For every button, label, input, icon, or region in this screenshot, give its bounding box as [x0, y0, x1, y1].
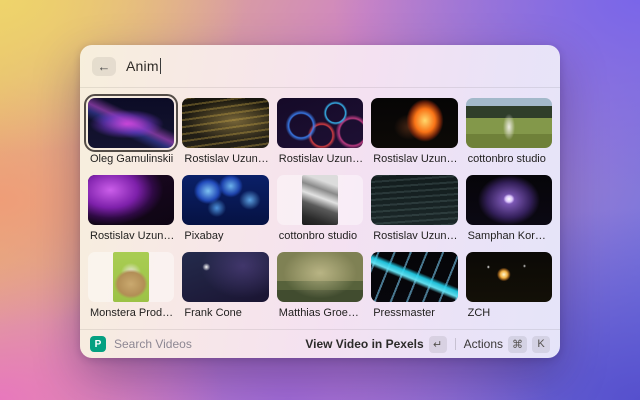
video-author: Pixabay — [182, 230, 268, 242]
back-arrow-icon: ← — [98, 59, 111, 74]
video-thumbnail-card — [371, 175, 457, 225]
video-result[interactable]: Matthias Groeneveld — [277, 252, 363, 321]
primary-action-label: View Video in Pexels — [305, 337, 423, 351]
video-thumbnail — [371, 175, 457, 225]
video-result[interactable]: Monstera Production — [88, 252, 174, 321]
video-thumbnail-card — [277, 252, 363, 302]
video-thumbnail — [466, 98, 552, 148]
video-thumbnail — [371, 252, 457, 302]
video-thumbnail-card — [277, 98, 363, 148]
video-thumbnail — [302, 175, 338, 225]
video-thumbnail — [182, 98, 268, 148]
search-bar: ← Anim — [80, 45, 560, 88]
video-thumbnail-card — [182, 175, 268, 225]
video-result[interactable]: ZCH — [466, 252, 552, 321]
video-thumbnail — [88, 175, 174, 225]
search-input[interactable]: Anim — [126, 58, 161, 74]
footer-divider — [455, 338, 456, 350]
video-author: Matthias Groeneveld — [277, 307, 363, 319]
video-result[interactable]: Rostislav Uzunov — [371, 175, 457, 244]
video-result[interactable]: Samphan Korwong — [466, 175, 552, 244]
video-results-grid: Oleg Gamulinskii Rostislav Uzunov Rostis… — [80, 88, 560, 329]
video-thumbnail-card — [88, 175, 174, 225]
launcher-window: ← Anim Oleg Gamulinskii Rostislav Uzunov… — [80, 45, 560, 358]
video-result[interactable]: cottonbro studio — [277, 175, 363, 244]
actions-menu-button[interactable]: Actions ⌘ K — [464, 336, 550, 353]
video-author: Oleg Gamulinskii — [88, 153, 174, 165]
video-result[interactable]: Rostislav Uzunov — [277, 98, 363, 167]
video-result[interactable]: Pixabay — [182, 175, 268, 244]
video-author: Rostislav Uzunov — [88, 230, 174, 242]
video-author: Frank Cone — [182, 307, 268, 319]
video-author: Samphan Korwong — [466, 230, 552, 242]
action-bar: P Search Videos View Video in Pexels ↵ A… — [80, 329, 560, 358]
video-result[interactable]: Rostislav Uzunov — [88, 175, 174, 244]
video-author: Rostislav Uzunov — [182, 153, 268, 165]
video-thumbnail — [277, 98, 363, 148]
video-thumbnail-card — [466, 252, 552, 302]
video-thumbnail — [466, 252, 552, 302]
video-thumbnail-card — [277, 175, 363, 225]
return-key-icon: ↵ — [429, 336, 447, 353]
video-thumbnail-card — [88, 252, 174, 302]
video-author: cottonbro studio — [466, 153, 552, 165]
video-result[interactable]: Rostislav Uzunov — [182, 98, 268, 167]
command-title: Search Videos — [114, 337, 192, 351]
video-thumbnail — [113, 252, 149, 302]
text-caret — [160, 58, 162, 74]
video-result[interactable]: Rostislav Uzunov — [371, 98, 457, 167]
video-thumbnail — [277, 252, 363, 302]
video-author: Rostislav Uzunov — [371, 230, 457, 242]
video-result[interactable]: cottonbro studio — [466, 98, 552, 167]
pexels-logo-icon: P — [90, 336, 106, 352]
back-button[interactable]: ← — [92, 57, 116, 76]
video-author: cottonbro studio — [277, 230, 363, 242]
video-thumbnail-card — [88, 98, 174, 148]
primary-action-button[interactable]: View Video in Pexels ↵ — [305, 336, 446, 353]
video-author: Monstera Production — [88, 307, 174, 319]
video-thumbnail — [466, 175, 552, 225]
desktop-background: ← Anim Oleg Gamulinskii Rostislav Uzunov… — [0, 0, 640, 400]
video-thumbnail-card — [466, 175, 552, 225]
search-query: Anim — [126, 58, 159, 74]
video-author: Pressmaster — [371, 307, 457, 319]
command-key-icon: ⌘ — [508, 336, 527, 353]
video-thumbnail — [182, 252, 268, 302]
video-thumbnail-card — [371, 252, 457, 302]
video-thumbnail — [88, 98, 174, 148]
video-result[interactable]: Frank Cone — [182, 252, 268, 321]
video-thumbnail-card — [182, 252, 268, 302]
video-thumbnail-card — [371, 98, 457, 148]
video-thumbnail — [182, 175, 268, 225]
k-key-icon: K — [532, 336, 550, 353]
video-author: Rostislav Uzunov — [277, 153, 363, 165]
video-thumbnail — [371, 98, 457, 148]
video-author: Rostislav Uzunov — [371, 153, 457, 165]
actions-label: Actions — [464, 337, 503, 351]
video-thumbnail-card — [466, 98, 552, 148]
video-thumbnail-card — [182, 98, 268, 148]
video-author: ZCH — [466, 307, 552, 319]
video-result[interactable]: Pressmaster — [371, 252, 457, 321]
video-result[interactable]: Oleg Gamulinskii — [88, 98, 174, 167]
